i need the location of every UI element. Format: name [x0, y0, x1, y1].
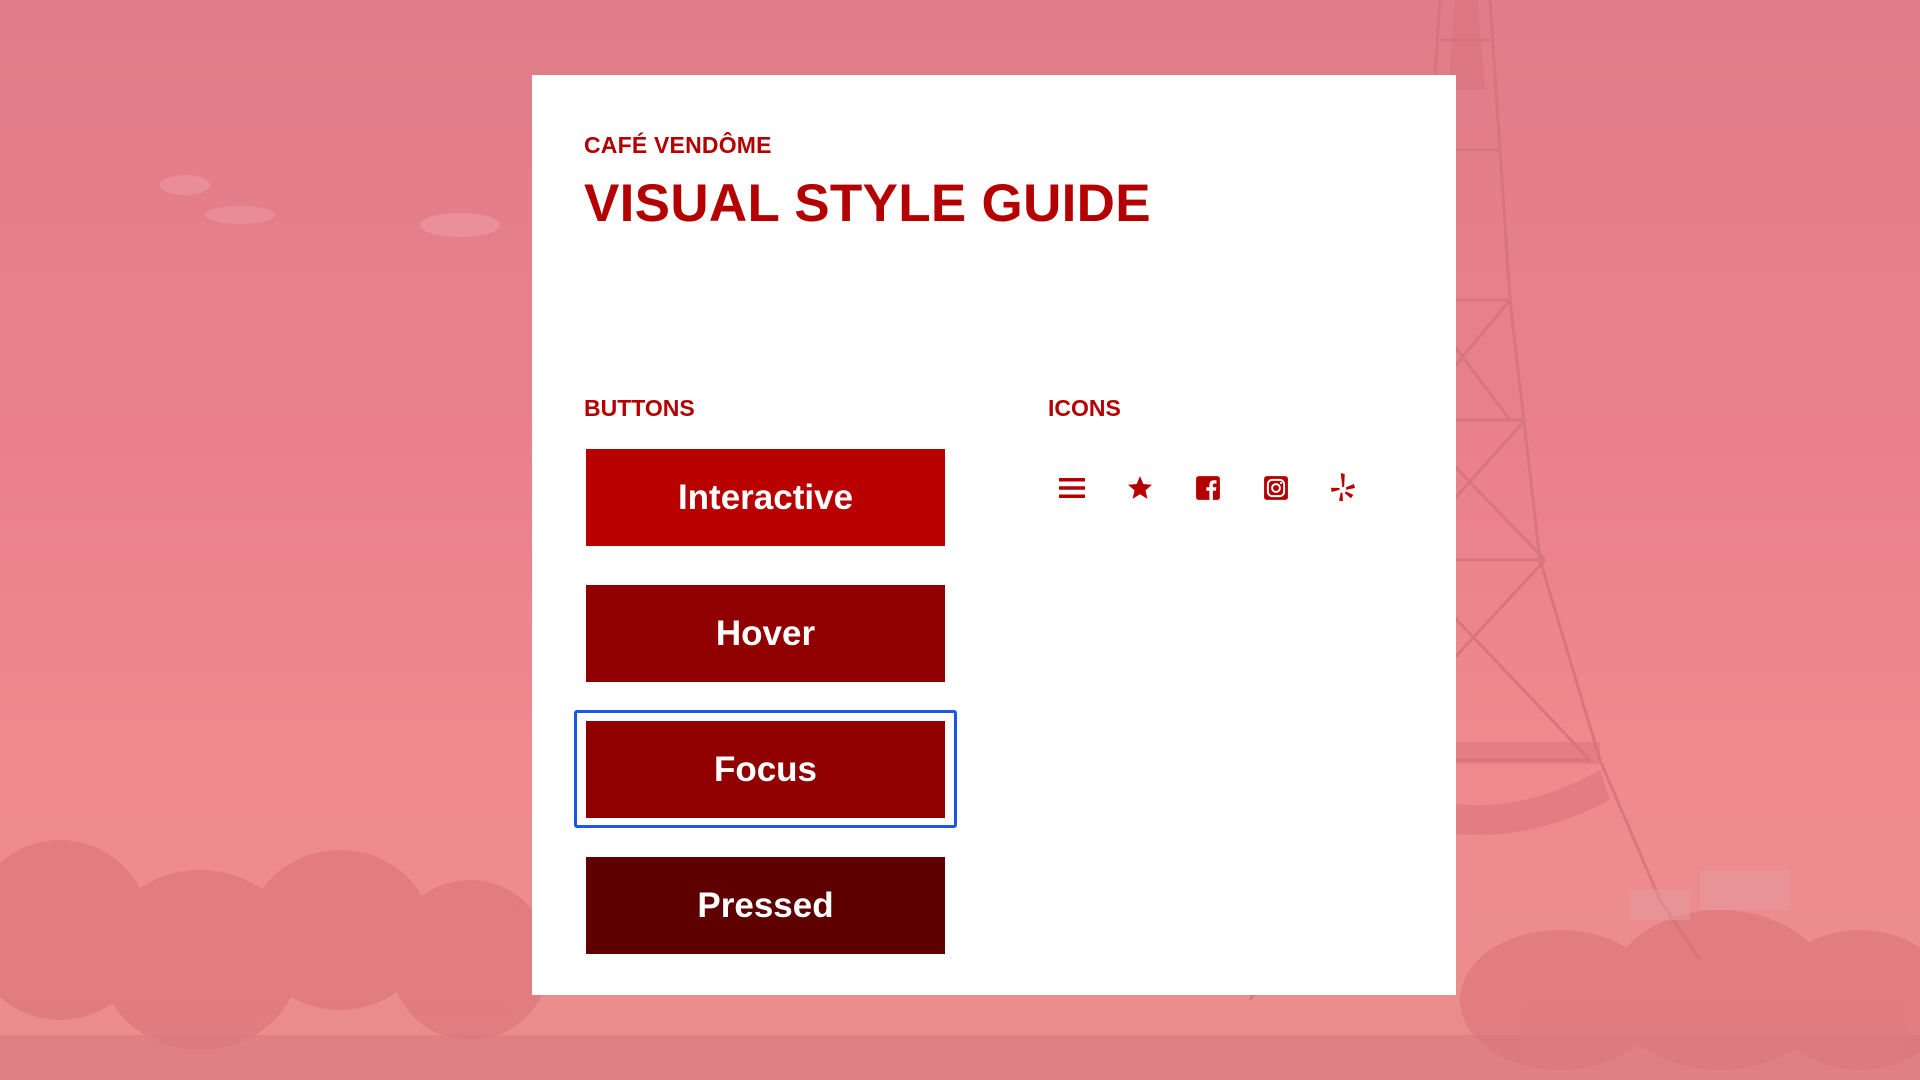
focus-button[interactable]: Focus [586, 721, 945, 818]
brand-name: CAFÉ VENDÔME [584, 132, 772, 158]
star-icon[interactable] [1122, 470, 1158, 506]
interactive-button[interactable]: Interactive [586, 449, 945, 546]
yelp-icon[interactable] [1325, 470, 1361, 506]
page-title: VISUAL STYLE GUIDE [584, 174, 1151, 233]
menu-icon[interactable] [1054, 470, 1090, 506]
style-guide-card: CAFÉ VENDÔME VISUAL STYLE GUIDE BUTTONS … [532, 75, 1456, 995]
icons-section-heading: ICONS [1048, 395, 1121, 421]
facebook-icon[interactable] [1190, 470, 1226, 506]
buttons-section-heading: BUTTONS [584, 395, 695, 421]
pressed-button[interactable]: Pressed [586, 857, 945, 954]
instagram-icon[interactable] [1258, 470, 1294, 506]
hover-button[interactable]: Hover [586, 585, 945, 682]
